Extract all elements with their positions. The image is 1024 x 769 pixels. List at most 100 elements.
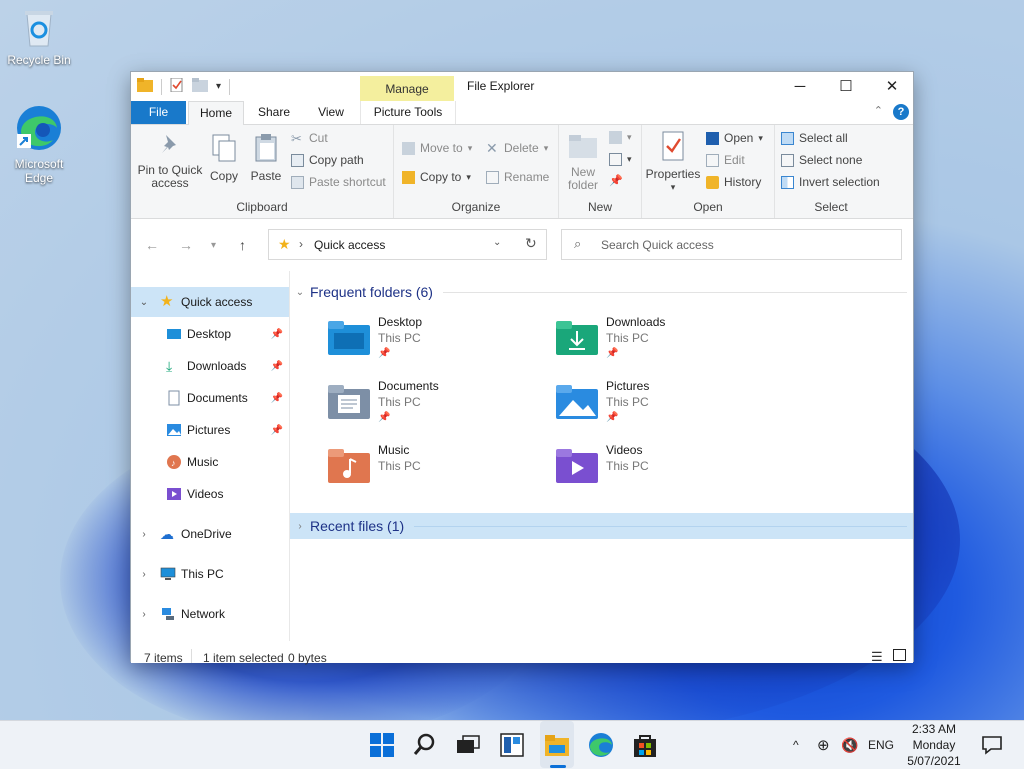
properties-icon[interactable] <box>170 77 184 95</box>
sidebar-item-desktop[interactable]: Desktop 📌 <box>131 319 289 349</box>
language-indicator[interactable]: ENG <box>868 721 894 769</box>
address-bar[interactable]: ★ › Quick access ⌄ ↻ <box>268 229 547 260</box>
chevron-down-icon[interactable]: ▾ <box>216 81 221 92</box>
details-view-icon[interactable]: ☰ <box>871 649 883 665</box>
chevron-down-icon: ▾ <box>543 142 549 153</box>
move-to-button[interactable]: Move to ▾ <box>402 141 472 155</box>
sidebar-item-pictures[interactable]: Pictures 📌 <box>131 415 289 445</box>
sidebar-item-music[interactable]: ♪ Music <box>131 447 289 477</box>
tab-picture-tools[interactable]: Picture Tools <box>360 101 456 124</box>
recent-files-header[interactable]: › Recent files (1) <box>290 513 913 539</box>
folder-tile-desktop[interactable]: Desktop This PC 📌 <box>320 311 540 371</box>
folder-icon <box>137 78 153 95</box>
easy-access-button[interactable]: ▾ <box>609 153 632 166</box>
file-explorer-icon[interactable] <box>543 731 571 759</box>
select-none-button[interactable]: Select none <box>781 153 862 167</box>
search-icon[interactable] <box>411 731 439 759</box>
copy-path-button[interactable]: Copy path <box>291 153 364 167</box>
chevron-down-icon[interactable]: ⌄ <box>290 287 310 298</box>
search-input[interactable]: Search Quick access <box>601 238 714 252</box>
widgets-icon[interactable] <box>498 731 526 759</box>
chevron-right-icon[interactable]: › <box>138 609 150 620</box>
folder-tile-music[interactable]: Music This PC <box>320 439 540 499</box>
folder-tile-pictures[interactable]: Pictures This PC 📌 <box>548 375 768 435</box>
sidebar-item-quick-access[interactable]: ⌄ ★ Quick access <box>131 287 289 317</box>
divider <box>191 649 192 663</box>
clock-date: 5/07/2021 <box>907 754 961 768</box>
new-item-button[interactable]: ▾ <box>609 131 632 144</box>
tab-home[interactable]: Home <box>188 101 244 126</box>
star-icon: ★ <box>160 293 174 310</box>
start-icon[interactable] <box>368 731 396 759</box>
folder-tile-downloads[interactable]: Downloads This PC 📌 <box>548 311 768 371</box>
minimize-button[interactable]: ─ <box>777 72 823 102</box>
chevron-down-icon: ▾ <box>466 171 471 182</box>
chevron-down-icon: ▾ <box>670 182 676 192</box>
content-pane: ⌄ Frequent folders (6) Desktop This PC 📌… <box>290 271 913 641</box>
paste-shortcut-button[interactable]: Paste shortcut <box>291 175 386 189</box>
delete-button[interactable]: ✕ Delete ▾ <box>486 141 549 156</box>
speaker-muted-icon[interactable]: 🔇 <box>841 721 858 769</box>
pin-icon <box>135 133 205 160</box>
refresh-icon[interactable]: ↻ <box>525 235 537 252</box>
copy-to-button[interactable]: Copy to ▾ <box>402 170 471 184</box>
tab-share[interactable]: Share <box>246 101 302 124</box>
close-button[interactable]: ✕ <box>869 72 915 102</box>
manage-context-tab[interactable]: Manage <box>360 76 454 103</box>
tab-view[interactable]: View <box>306 101 356 124</box>
chevron-right-icon[interactable]: › <box>138 569 150 580</box>
pin-icon: 📌 <box>270 328 283 340</box>
pin-button[interactable]: 📌 <box>609 175 623 188</box>
properties-button[interactable]: Properties ▾ <box>644 131 702 194</box>
edge-icon[interactable] <box>587 731 615 759</box>
sidebar-item-network[interactable]: › Network <box>131 599 289 629</box>
folder-tile-videos[interactable]: Videos This PC <box>548 439 768 499</box>
chevron-down-icon[interactable]: ⌄ <box>493 237 501 248</box>
large-icons-view-icon[interactable] <box>893 649 906 661</box>
history-button[interactable]: History <box>706 175 761 189</box>
edit-button[interactable]: Edit <box>706 153 745 167</box>
collapse-ribbon-icon[interactable]: ⌃ <box>874 104 883 117</box>
store-icon[interactable] <box>631 731 659 759</box>
frequent-folders-header[interactable]: ⌄ Frequent folders (6) <box>290 279 913 305</box>
pin-to-quick-access-button[interactable]: Pin to Quick access <box>135 133 205 190</box>
sidebar-item-onedrive[interactable]: › ☁ OneDrive <box>131 519 289 549</box>
sidebar-item-videos[interactable]: Videos <box>131 479 289 509</box>
desktop-icon-edge[interactable]: Microsoft Edge <box>4 104 74 185</box>
forward-arrow-icon[interactable]: → <box>179 237 193 253</box>
tray-overflow-chevron[interactable]: ^ <box>793 721 799 769</box>
folder-tile-documents[interactable]: Documents This PC 📌 <box>320 375 540 435</box>
clock[interactable]: 2:33 AM Monday 5/07/2021 <box>900 721 968 769</box>
chevron-right-icon[interactable]: › <box>138 529 150 540</box>
sidebar-item-documents[interactable]: Documents 📌 <box>131 383 289 413</box>
chevron-right-icon[interactable]: › <box>290 521 310 532</box>
new-folder-button[interactable]: New folder <box>563 133 603 192</box>
group-label: Open <box>693 200 723 214</box>
invert-selection-button[interactable]: Invert selection <box>781 175 880 189</box>
sidebar-item-this-pc[interactable]: › This PC <box>131 559 289 589</box>
globe-icon[interactable]: ⊕ <box>817 721 830 769</box>
open-button[interactable]: Open ▾ <box>706 131 763 145</box>
paste-button[interactable]: Paste <box>247 133 285 183</box>
sidebar-item-downloads[interactable]: ⤓ Downloads 📌 <box>131 351 289 381</box>
back-arrow-icon[interactable]: ← <box>145 237 159 253</box>
tab-file[interactable]: File <box>131 101 186 124</box>
chevron-down-icon[interactable]: ⌄ <box>138 297 150 308</box>
notification-icon[interactable] <box>978 731 1006 759</box>
svg-text:♪: ♪ <box>171 458 176 468</box>
chevron-down-icon: ▾ <box>627 132 632 142</box>
task-view-icon[interactable] <box>454 731 482 759</box>
new-folder-icon[interactable] <box>192 78 208 95</box>
help-icon[interactable]: ? <box>893 104 909 120</box>
maximize-button[interactable]: ☐ <box>823 72 869 102</box>
copy-button[interactable]: Copy <box>205 133 243 183</box>
breadcrumb[interactable]: Quick access <box>314 238 385 252</box>
downloads-folder-icon <box>556 321 598 355</box>
recent-locations-chevron-icon[interactable]: ▾ <box>211 240 216 251</box>
cut-button[interactable]: ✂ Cut <box>291 131 328 145</box>
desktop-icon-recycle-bin[interactable]: Recycle Bin <box>4 8 74 67</box>
search-box[interactable]: ⌕ Search Quick access <box>561 229 902 260</box>
up-arrow-icon[interactable]: ↑ <box>239 237 246 253</box>
rename-button[interactable]: Rename <box>486 170 549 184</box>
select-all-button[interactable]: Select all <box>781 131 848 145</box>
